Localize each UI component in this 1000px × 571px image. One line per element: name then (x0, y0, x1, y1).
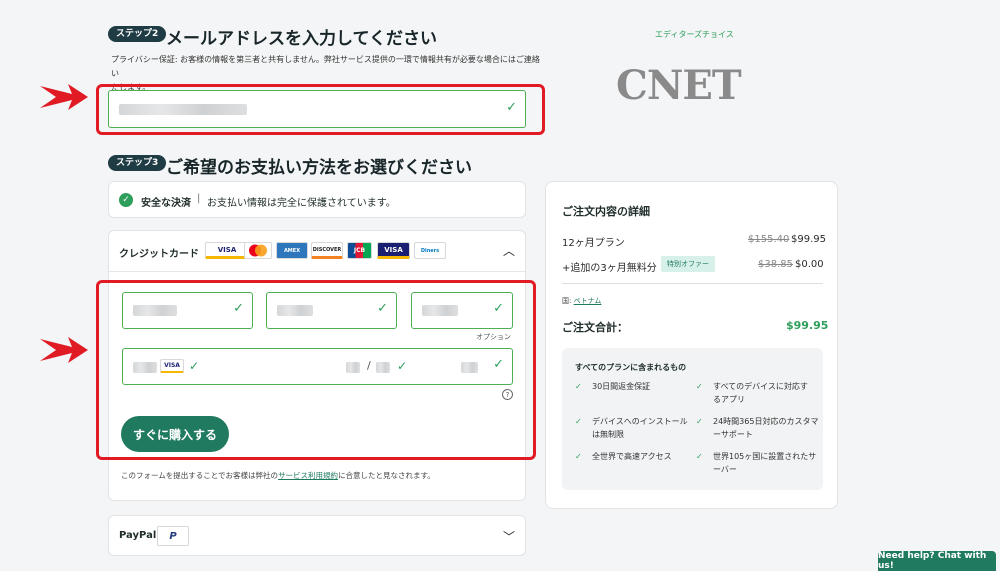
help-icon[interactable]: ? (502, 389, 513, 400)
jcb-logo: JCB (347, 242, 372, 259)
last-name-blurred (277, 305, 313, 316)
feature-text: デバイスへのインストール は無制限 (592, 417, 688, 439)
paypal-label: PayPal (119, 530, 157, 541)
mastercard-logo (244, 242, 272, 259)
last-name-field[interactable]: ✓ (266, 292, 397, 329)
secure-banner: ✓ 安全な決済 | お支払い情報は完全に保護されています。 (108, 181, 526, 218)
email-blurred-value (119, 104, 247, 115)
feature-item: ✓ (575, 452, 582, 461)
first-name-field[interactable]: ✓ (122, 292, 253, 329)
feature-text: すべてのデバイスに対応す るアプリ (713, 382, 808, 404)
step3-badge: ステップ3 (108, 155, 167, 171)
bonus-label: +追加の3ヶ月無料分 (562, 263, 657, 274)
check-icon: ✓ (397, 359, 408, 373)
chevron-down-icon[interactable]: ﹀ (503, 528, 515, 545)
shield-check-icon: ✓ (119, 193, 133, 207)
chat-help-button[interactable]: Need help? Chat with us! (878, 551, 996, 571)
paypal-logo: P (157, 526, 189, 546)
first-name-blurred (133, 305, 177, 316)
card-type-visa-logo: VISA (160, 359, 184, 373)
feature-text: 全世界で高速アクセス (592, 452, 672, 461)
total-price: $99.95 (786, 319, 829, 332)
features-box: すべてのプランに含まれるもの ✓ 30日間返金保証 ✓ すべてのデバイスに対応す… (562, 348, 823, 490)
buy-now-button[interactable]: すぐに購入する (121, 416, 229, 452)
country-row: 国: ベトナム (562, 297, 602, 305)
card-number-blurred (133, 362, 157, 373)
red-arrow-icon-2 (40, 337, 88, 363)
optional-field[interactable]: ✓ (411, 292, 513, 329)
feature-text: 24時間365日対応のカスタマ ーサポート (713, 417, 819, 439)
check-icon: ✓ (493, 301, 504, 316)
order-summary: ご注文内容の詳細 12ヶ月プラン $155.40 $99.95 +追加の3ヶ月無… (545, 181, 838, 509)
paypal-option[interactable]: PayPal P ﹀ (108, 515, 526, 556)
cnet-logo: CNET (616, 62, 742, 109)
plan-label: 12ヶ月プラン (562, 238, 625, 249)
features-title: すべてのプランに含まれるもの (575, 363, 687, 372)
card-number-field[interactable]: VISA ✓ / ✓ ✓ (122, 348, 513, 385)
check-icon: ✓ (377, 301, 388, 316)
optional-label: オプション (476, 333, 511, 341)
special-offer-badge: 特別オファー (661, 256, 715, 272)
credit-card-label: クレジットカード (119, 249, 199, 260)
chevron-up-icon[interactable]: ︿ (503, 242, 515, 259)
visa-logo: VISA (205, 242, 249, 259)
bonus-price: $0.00 (795, 259, 824, 270)
check-icon: ✓ (506, 100, 517, 115)
red-arrow-icon (40, 84, 88, 110)
amex-logo: AMEX (276, 242, 308, 259)
feature-item: ✓ (696, 417, 703, 426)
secure-separator: | (197, 193, 201, 204)
step2-title: メールアドレスを入力してください (166, 29, 437, 49)
terms-text: このフォームを提出することでお客様は弊社のサービス利用規約に合意したと見なされま… (121, 471, 435, 480)
terms-link[interactable]: サービス利用規約 (278, 471, 338, 480)
secure-label: 安全な決済 (141, 198, 191, 209)
diners-logo: Diners (414, 242, 446, 259)
step2-badge: ステップ2 (108, 26, 167, 42)
feature-item: ✓ (696, 452, 703, 461)
email-field[interactable]: ✓ (108, 90, 526, 128)
discover-logo: DISCOVER (311, 242, 343, 259)
optional-blurred (422, 305, 458, 316)
check-icon: ✓ (189, 359, 200, 373)
country-link[interactable]: ベトナム (574, 297, 602, 305)
editors-choice-label: エディターズチョイス (655, 30, 734, 39)
feature-item: ✓ (696, 382, 703, 391)
total-label: ご注文合計： (562, 321, 628, 334)
bonus-old-price: $38.85 (758, 259, 793, 270)
visa-logo-2: VISA (377, 242, 410, 259)
check-icon: ✓ (493, 357, 504, 372)
cvv-blurred (461, 362, 478, 373)
expiry-year-blurred (376, 362, 390, 373)
summary-divider (562, 283, 823, 284)
summary-title: ご注文内容の詳細 (562, 205, 650, 218)
plan-price: $99.95 (791, 234, 826, 245)
secure-text: お支払い情報は完全に保護されています。 (207, 198, 396, 209)
plan-old-price: $155.40 (748, 234, 790, 245)
check-icon: ✓ (233, 301, 244, 316)
expiry-month-blurred (346, 362, 360, 373)
feature-item: ✓ (575, 417, 582, 426)
feature-text: 30日間返金保証 (592, 382, 651, 391)
divider (109, 271, 525, 272)
feature-text: 世界105ヶ国に設置されたサ ーバー (713, 452, 817, 474)
feature-item: ✓ (575, 382, 582, 391)
expiry-slash: / (367, 359, 371, 372)
step3-title: ご希望のお支払い方法をお選びください (166, 158, 472, 178)
